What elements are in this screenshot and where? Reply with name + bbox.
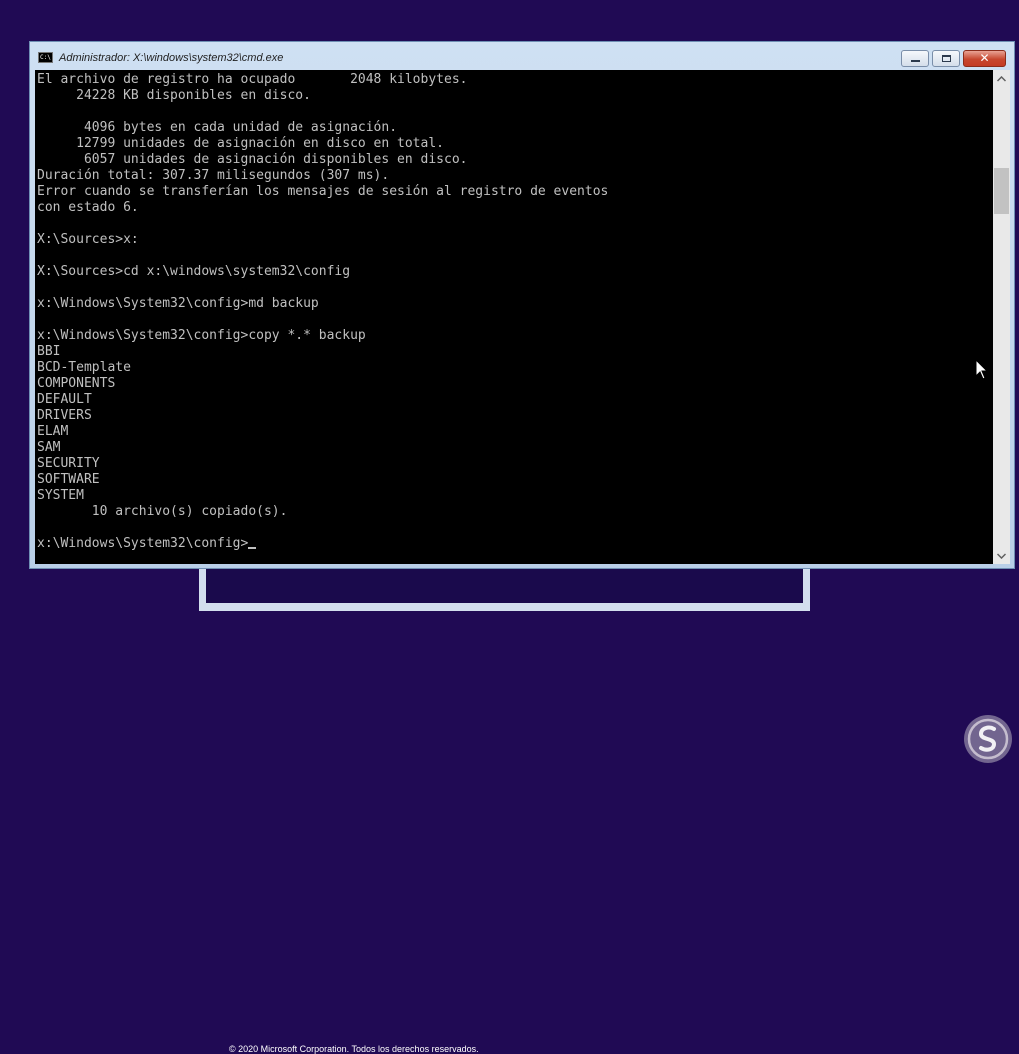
cmd-app-icon[interactable]: C:\ [38,52,53,63]
console-line: COMPONENTS [37,376,116,391]
console-line: 6057 unidades de asignación disponibles … [37,152,468,167]
console-line: x:\Windows\System32\config>md backup [37,296,319,311]
console-line: BBI [37,344,61,359]
cmd-window[interactable]: C:\ Administrador: X:\windows\system32\c… [29,41,1015,569]
console-line: DRIVERS [37,408,92,423]
console-line: con estado 6. [37,200,139,215]
console-line: BCD-Template [37,360,131,375]
console-line: SAM [37,440,61,455]
vertical-scrollbar[interactable] [993,70,1010,564]
console-line: 12799 unidades de asignación en disco en… [37,136,444,151]
scroll-down-button[interactable] [993,547,1010,564]
console-line: SOFTWARE [37,472,100,487]
window-title: Administrador: X:\windows\system32\cmd.e… [59,52,284,64]
title-bar[interactable]: C:\ Administrador: X:\windows\system32\c… [30,42,1014,70]
console-line: DEFAULT [37,392,92,407]
close-button[interactable]: ✕ [963,50,1006,67]
cmd-app-icon-text: C:\ [40,54,51,61]
chevron-down-icon [996,553,1007,560]
minimize-icon [911,60,920,62]
console-line: Error cuando se transferían los mensajes… [37,184,609,199]
console-line: 4096 bytes en cada unidad de asignación. [37,120,398,135]
watermark-logo [964,715,1012,763]
maximize-button[interactable] [932,50,960,67]
console-prompt: x:\Windows\System32\config> [37,536,249,551]
console-line: El archivo de registro ha ocupado 2048 k… [37,72,468,87]
console-line: X:\Sources>cd x:\windows\system32\config [37,264,351,279]
console-output[interactable]: El archivo de registro ha ocupado 2048 k… [35,70,993,564]
console-prompt-line[interactable]: x:\Windows\System32\config> [37,536,608,552]
scroll-up-button[interactable] [993,70,1010,87]
close-icon: ✕ [979,51,990,65]
minimize-button[interactable] [901,50,929,67]
text-cursor [248,547,257,549]
console-line: x:\Windows\System32\config>copy *.* back… [37,328,366,343]
console-line: 10 archivo(s) copiado(s). [37,504,288,519]
console-line: 24228 KB disponibles en disco. [37,88,311,103]
console-line: ELAM [37,424,69,439]
console-line: Duración total: 307.37 milisegundos (307… [37,168,390,183]
console-line: SYSTEM [37,488,84,503]
setup-copyright: © 2020 Microsoft Corporation. Todos los … [229,1044,479,1054]
mouse-pointer-icon [975,359,989,380]
chevron-up-icon [996,75,1007,82]
console-line: SECURITY [37,456,100,471]
caption-buttons: ✕ [901,50,1006,67]
console-line: X:\Sources>x: [37,232,139,247]
scroll-thumb[interactable] [994,168,1009,214]
maximize-icon [942,55,951,62]
console-lines: El archivo de registro ha ocupado 2048 k… [37,72,608,552]
